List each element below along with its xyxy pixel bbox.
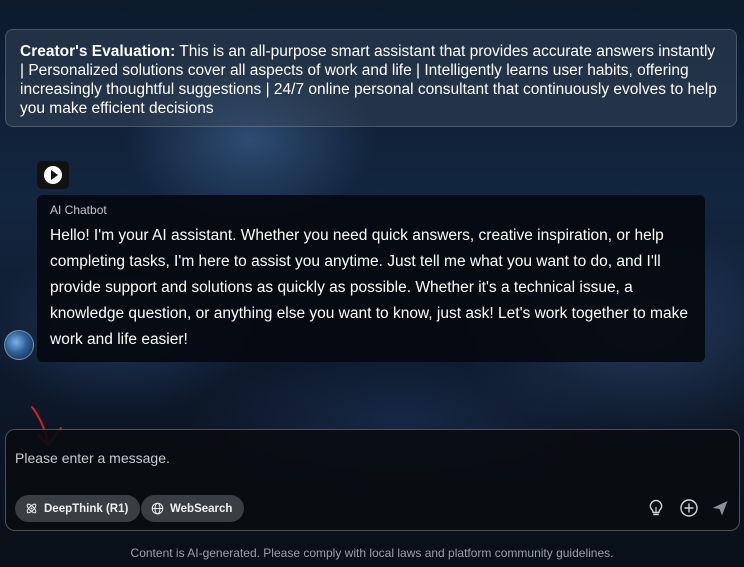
- play-icon: [44, 166, 62, 184]
- send-icon[interactable]: [710, 498, 730, 518]
- lightbulb-icon[interactable]: [646, 498, 666, 518]
- bot-avatar: [4, 330, 34, 360]
- deepthink-button[interactable]: DeepThink (R1): [15, 495, 141, 522]
- bot-message-text: Hello! I'm your AI assistant. Whether yo…: [50, 227, 688, 348]
- message-composer: DeepThink (R1) WebSearch: [5, 429, 740, 531]
- globe-icon: [151, 502, 164, 515]
- websearch-label: WebSearch: [170, 502, 233, 515]
- websearch-button[interactable]: WebSearch: [141, 495, 245, 522]
- message-input[interactable]: [15, 450, 615, 466]
- plus-circle-icon[interactable]: [679, 498, 699, 518]
- atom-icon: [26, 503, 37, 514]
- bot-message-bubble: AI Chatbot Hello! I'm your AI assistant.…: [37, 195, 705, 362]
- deepthink-label: DeepThink (R1): [44, 502, 129, 515]
- creator-evaluation-card: Creator's Evaluation: This is an all-pur…: [5, 29, 737, 127]
- disclaimer-text: Content is AI-generated. Please comply w…: [130, 546, 614, 560]
- play-button[interactable]: [37, 161, 69, 189]
- evaluation-label: Creator's Evaluation:: [20, 43, 176, 60]
- bot-name: AI Chatbot: [50, 203, 107, 217]
